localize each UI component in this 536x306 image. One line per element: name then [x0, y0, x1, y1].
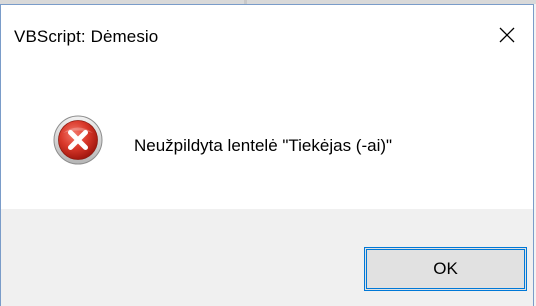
dialog-titlebar[interactable]: VBScript: Dėmesio	[1, 5, 533, 67]
screen: VBScript: Dėmesio Neužpildyta lentelė "T…	[0, 0, 536, 306]
dialog-title: VBScript: Dėmesio	[14, 27, 159, 46]
dialog-content: Neužpildyta lentelė "Tiekėjas (-ai)"	[1, 67, 533, 209]
error-icon	[53, 115, 103, 165]
ok-button[interactable]: OK	[364, 247, 527, 291]
close-button[interactable]	[485, 13, 529, 57]
close-icon	[499, 27, 515, 43]
message-dialog: VBScript: Dėmesio Neužpildyta lentelė "T…	[0, 4, 534, 306]
dialog-message: Neužpildyta lentelė "Tiekėjas (-ai)"	[134, 136, 393, 155]
dialog-footer: OK	[1, 209, 533, 306]
